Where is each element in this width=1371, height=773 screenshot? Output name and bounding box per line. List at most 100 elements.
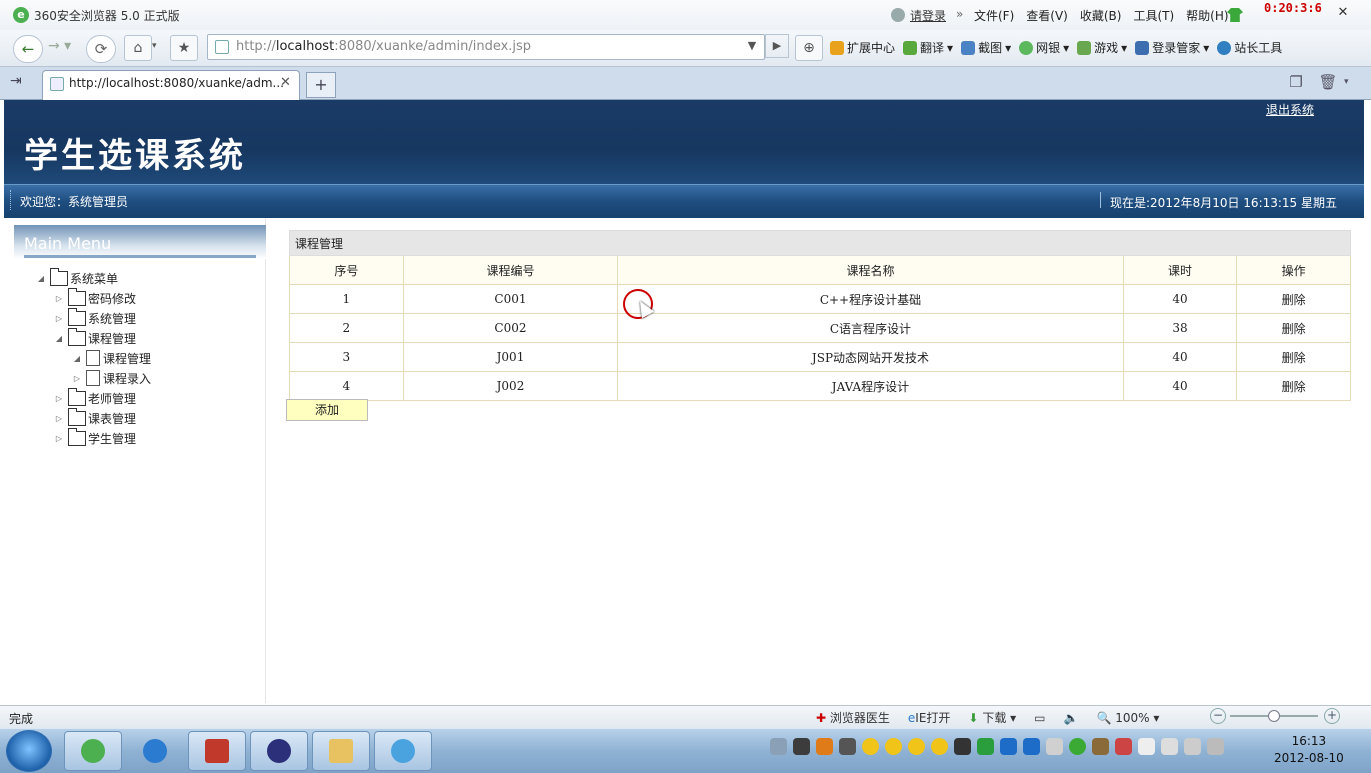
- tree-item-label: 课程管理: [103, 351, 152, 366]
- zoom-button[interactable]: 🔍 100% ▾: [1096, 711, 1159, 725]
- collapse-triangle-icon[interactable]: ◢: [36, 274, 46, 283]
- sidebar-toggle-icon[interactable]: ⇥: [10, 73, 32, 91]
- speaker-icon[interactable]: 🔈: [1064, 711, 1079, 725]
- expand-triangle-icon[interactable]: ▷: [54, 414, 64, 423]
- tree-item[interactable]: ▷ 课表管理: [54, 407, 136, 428]
- expand-triangle-icon[interactable]: ▷: [72, 374, 82, 383]
- volume-tray-icon[interactable]: [1207, 738, 1224, 755]
- webmaster-tools-button[interactable]: 站长工具: [1217, 39, 1282, 56]
- media-tray-icon[interactable]: [1092, 738, 1109, 755]
- green-tray-icon[interactable]: [977, 738, 994, 755]
- double-chevron-icon: »: [956, 7, 964, 21]
- favorite-star-button[interactable]: ★: [170, 35, 198, 61]
- table-cell: JAVA程序设计: [617, 371, 1124, 401]
- zoom-slider-handle[interactable]: [1268, 710, 1280, 722]
- new-tab-button[interactable]: +: [306, 72, 336, 98]
- login-link[interactable]: 请登录: [910, 7, 946, 24]
- go-button[interactable]: ▶: [765, 34, 789, 58]
- browser-doctor-button[interactable]: ✚ 浏览器医生: [816, 709, 890, 726]
- network-tray-icon[interactable]: [793, 738, 810, 755]
- delete-link[interactable]: 删除: [1236, 342, 1351, 372]
- tree-item[interactable]: ▷ 系统管理: [54, 307, 136, 328]
- add-course-button[interactable]: 添加: [286, 399, 368, 421]
- tree-item[interactable]: ▷ 密码修改: [54, 287, 136, 308]
- tab-close-icon[interactable]: ✕: [280, 75, 291, 90]
- refresh-button[interactable]: ⟳: [86, 35, 116, 63]
- keyboard-tray-icon[interactable]: [770, 738, 787, 755]
- shield-tray-icon[interactable]: [1000, 738, 1017, 755]
- delete-link[interactable]: 删除: [1236, 313, 1351, 343]
- taskbar-app[interactable]: [374, 731, 432, 771]
- extension-center-button[interactable]: 扩展中心: [830, 39, 895, 56]
- trash-dropdown-icon[interactable]: ▾: [1344, 77, 1349, 87]
- menu-divider: [24, 255, 256, 258]
- menu-file[interactable]: 文件(F): [974, 7, 1014, 24]
- menu-favorites[interactable]: 收藏(B): [1080, 7, 1122, 24]
- address-dropdown-icon[interactable]: ▼: [741, 34, 763, 58]
- start-button[interactable]: [6, 730, 52, 772]
- flag-tray-icon[interactable]: [1138, 738, 1155, 755]
- delete-link[interactable]: 删除: [1236, 284, 1351, 314]
- tree-item[interactable]: ◢ 系统菜单: [36, 267, 118, 288]
- taskbar-360-browser[interactable]: [64, 731, 122, 771]
- delete-link[interactable]: 删除: [1236, 371, 1351, 401]
- expand-triangle-icon[interactable]: ▷: [54, 394, 64, 403]
- tree-item[interactable]: ◢ 课程管理: [72, 348, 151, 368]
- logout-link[interactable]: 退出系统: [1266, 101, 1314, 118]
- taskbar-toolbox[interactable]: [188, 731, 246, 771]
- qq-tray-icon-3[interactable]: [908, 738, 925, 755]
- download-button[interactable]: ⬇ 下载 ▾: [968, 709, 1016, 726]
- open-in-ie-button[interactable]: eIE打开: [908, 709, 951, 726]
- tree-item[interactable]: ◢ 课程管理: [54, 327, 136, 348]
- collapse-triangle-icon[interactable]: ◢: [54, 334, 64, 343]
- system-clock[interactable]: 16:13 2012-08-10: [1274, 733, 1344, 767]
- online-banking-button[interactable]: 网银 ▾: [1019, 39, 1069, 56]
- expand-triangle-icon[interactable]: ▷: [54, 434, 64, 443]
- zoom-out-button[interactable]: −: [1210, 708, 1226, 724]
- display-tray-icon[interactable]: [1184, 738, 1201, 755]
- app-tray-icon[interactable]: [816, 738, 833, 755]
- tree-item[interactable]: ▷ 老师管理: [54, 387, 136, 408]
- menu-help[interactable]: 帮助(H): [1186, 7, 1228, 24]
- translate-icon: [903, 40, 918, 55]
- translate-button[interactable]: 翻译 ▾: [903, 39, 953, 56]
- qq-tray-icon-4[interactable]: [931, 738, 948, 755]
- notes-tray-icon[interactable]: [1046, 738, 1063, 755]
- collapse-triangle-icon[interactable]: ◢: [72, 354, 82, 363]
- tree-item[interactable]: ▷ 学生管理: [54, 427, 136, 448]
- taskbar-explorer[interactable]: [312, 731, 370, 771]
- browser-toolbar: 扩展中心 翻译 ▾ 截图 ▾ 网银 ▾ 游戏 ▾ 登录管家 ▾ 站长工具: [830, 39, 1282, 56]
- menu-view[interactable]: 查看(V): [1026, 7, 1068, 24]
- qq-tray-icon-1[interactable]: [862, 738, 879, 755]
- zoom-in-button[interactable]: +: [1324, 708, 1340, 724]
- menu-tools[interactable]: 工具(T): [1133, 7, 1174, 24]
- home-button[interactable]: ⌂: [124, 35, 152, 61]
- device-tray-icon[interactable]: [1161, 738, 1178, 755]
- qq-tray-icon-2[interactable]: [885, 738, 902, 755]
- expand-triangle-icon[interactable]: ▷: [54, 294, 64, 303]
- games-button[interactable]: 游戏 ▾: [1077, 39, 1127, 56]
- bird-tray-icon[interactable]: [954, 738, 971, 755]
- screenshot-button[interactable]: 截图 ▾: [961, 39, 1011, 56]
- forward-button[interactable]: → ▾: [48, 38, 71, 54]
- agent-tray-icon[interactable]: [839, 738, 856, 755]
- taskbar-ie[interactable]: [126, 731, 184, 771]
- back-button[interactable]: ←: [13, 35, 43, 63]
- security-shield-button[interactable]: ⊕: [795, 35, 823, 61]
- security-tray-icon[interactable]: [1023, 738, 1040, 755]
- close-window-button[interactable]: ✕: [1332, 5, 1354, 23]
- tree-item[interactable]: ▷ 课程录入: [72, 368, 151, 388]
- login-manager-button[interactable]: 登录管家 ▾: [1135, 39, 1209, 56]
- table-cell: 40: [1122, 342, 1238, 372]
- tab-title[interactable]: http://localhost:8080/xuanke/adm...: [69, 76, 284, 90]
- taskbar-eclipse[interactable]: [250, 731, 308, 771]
- home-dropdown-icon[interactable]: ▾: [152, 41, 157, 51]
- status-bar: [0, 705, 1371, 729]
- trash-icon[interactable]: 🗑: [1318, 73, 1338, 93]
- window-icon[interactable]: ▭: [1034, 711, 1045, 725]
- refresh-tray-icon[interactable]: [1069, 738, 1086, 755]
- expand-triangle-icon[interactable]: ▷: [54, 314, 64, 323]
- address-url[interactable]: http://localhost:8080/xuanke/admin/index…: [236, 39, 531, 54]
- restore-tabs-icon[interactable]: ❐: [1286, 73, 1306, 93]
- tools-tray-icon[interactable]: [1115, 738, 1132, 755]
